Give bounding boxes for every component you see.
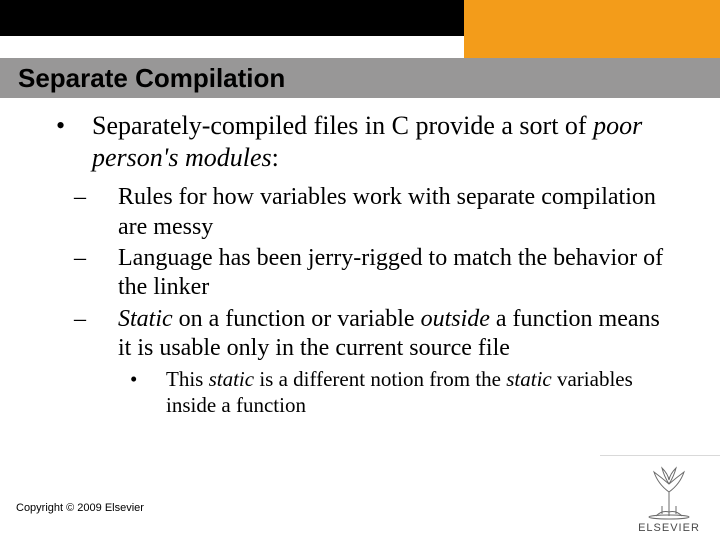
elsevier-tree-icon xyxy=(640,462,698,520)
bullet-dot-icon: • xyxy=(74,110,92,142)
title-bar: Separate Compilation xyxy=(0,58,720,98)
dash-icon: – xyxy=(96,305,118,334)
sub1-text: Rules for how variables work with separa… xyxy=(118,184,656,239)
slide-body: •Separately-compiled files in C provide … xyxy=(56,110,676,418)
bullet1-pre: Separately-compiled files in C provide a… xyxy=(92,111,593,140)
bullet-level1: •Separately-compiled files in C provide … xyxy=(56,110,676,173)
dash-icon: – xyxy=(96,183,118,212)
bullet-level2: –Rules for how variables work with separ… xyxy=(56,183,676,242)
sub3-w1: Static xyxy=(118,306,173,332)
slide-title: Separate Compilation xyxy=(18,63,285,94)
subsub-t1: This xyxy=(166,367,209,391)
subsub-t2: is a different notion from the xyxy=(254,367,506,391)
bullet1-post: : xyxy=(272,143,279,172)
subsub-w1: static xyxy=(209,367,255,391)
divider-line xyxy=(600,455,720,456)
publisher-logo: ELSEVIER xyxy=(632,462,706,534)
sub2-text: Language has been jerry-rigged to match … xyxy=(118,245,663,300)
publisher-logo-text: ELSEVIER xyxy=(632,522,706,534)
copyright-text: Copyright © 2009 Elsevier xyxy=(16,502,144,514)
header-orange-block xyxy=(464,0,720,58)
sub3-t1: on a function or variable xyxy=(173,306,421,332)
bullet-level2: –Static on a function or variable outsid… xyxy=(56,305,676,364)
subsub-w2: static xyxy=(506,367,552,391)
dash-icon: – xyxy=(96,244,118,273)
sub3-w2: outside xyxy=(421,306,490,332)
bullet-level2: –Language has been jerry-rigged to match… xyxy=(56,244,676,303)
bullet-dot-icon: • xyxy=(148,367,166,393)
bullet-level3: •This static is a different notion from … xyxy=(56,367,676,418)
